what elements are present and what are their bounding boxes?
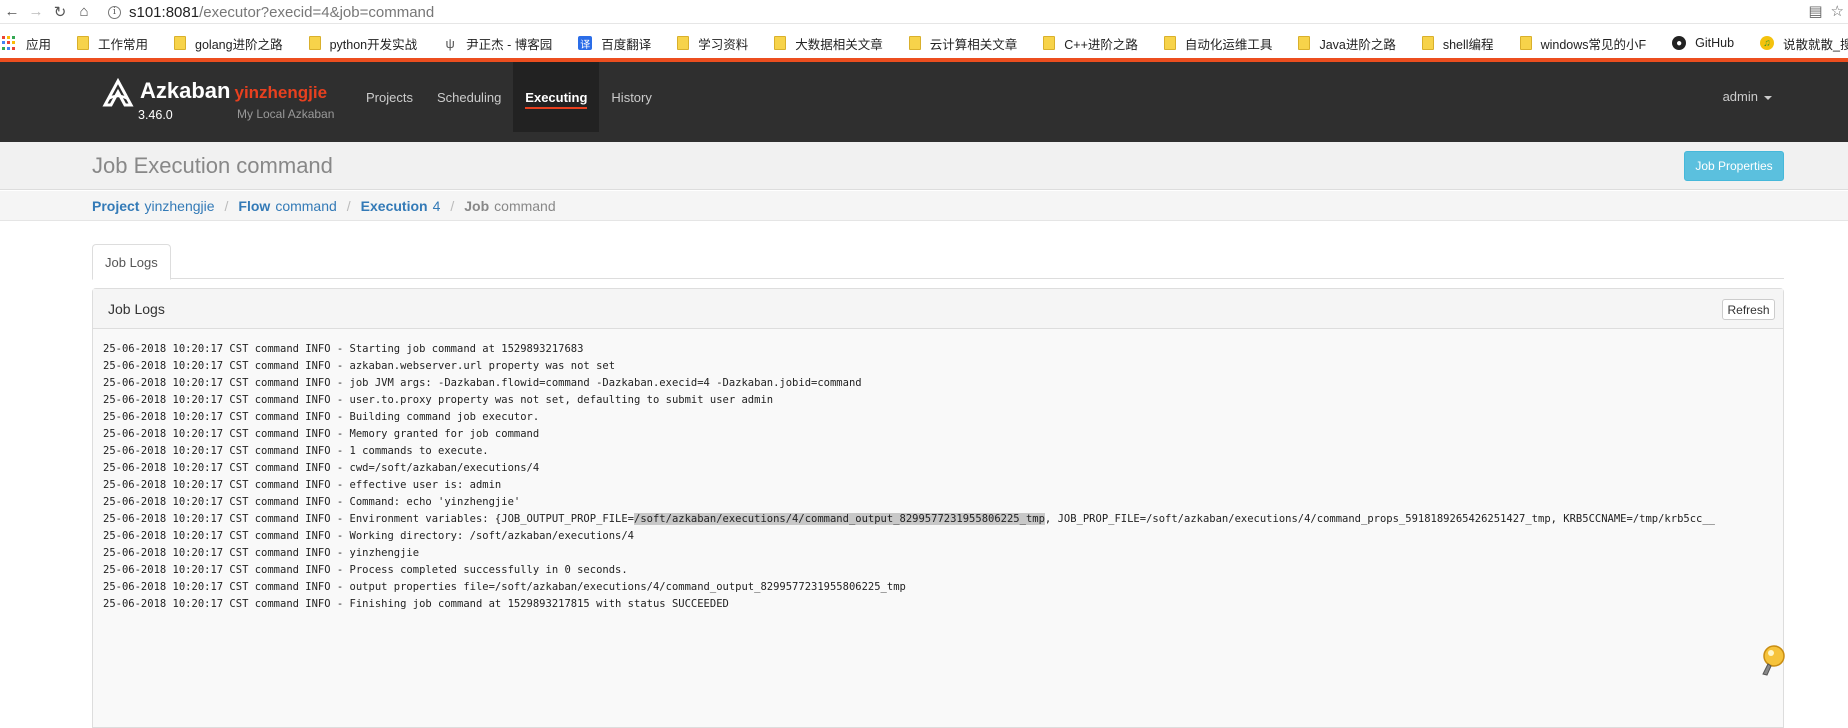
back-arrow-icon[interactable]: ← xyxy=(0,0,24,24)
url-field[interactable]: i s101:8081/executor?execid=4&job=comman… xyxy=(108,1,1788,23)
brand-subtitle: My Local Azkaban xyxy=(237,107,335,121)
log-line: 25-06-2018 10:20:17 CST command INFO - o… xyxy=(103,581,906,593)
blog-icon: ψ xyxy=(445,35,455,51)
log-line: 25-06-2018 10:20:17 CST command INFO - c… xyxy=(103,462,540,474)
page-title: Job Execution command xyxy=(92,153,333,178)
github-icon: ● xyxy=(1672,36,1687,50)
log-line: 25-06-2018 10:20:17 CST command INFO - E… xyxy=(103,513,1716,525)
log-line: 25-06-2018 10:20:17 CST command INFO - C… xyxy=(103,496,521,508)
panel-title: Job Logs xyxy=(108,301,165,317)
nav-scheduling[interactable]: Scheduling xyxy=(425,62,513,132)
bookmark-github[interactable]: ● GitHub xyxy=(1672,36,1734,50)
nav-projects[interactable]: Projects xyxy=(354,62,425,132)
breadcrumb-project[interactable]: yinzhengjie xyxy=(144,198,214,214)
page-header: Job Execution command Job Properties xyxy=(0,142,1848,190)
tab-bar: Job Logs xyxy=(92,244,1784,280)
log-output[interactable]: 25-06-2018 10:20:17 CST command INFO - S… xyxy=(103,341,1783,613)
folder-icon xyxy=(1163,36,1176,50)
site-info-icon[interactable]: i xyxy=(108,5,121,19)
translate-page-icon[interactable]: ▤ xyxy=(1808,2,1822,20)
log-line: 25-06-2018 10:20:17 CST command INFO - 1… xyxy=(103,445,489,457)
bookmark-folder[interactable]: 自动化运维工具 xyxy=(1163,34,1272,53)
breadcrumb-project-key[interactable]: Project xyxy=(92,198,139,214)
folder-icon xyxy=(1043,36,1056,50)
breadcrumb-separator: / xyxy=(224,197,229,214)
nav-executing[interactable]: Executing xyxy=(513,62,600,132)
folder-icon xyxy=(174,36,187,50)
active-underline xyxy=(525,107,588,109)
log-line: 25-06-2018 10:20:17 CST command INFO - e… xyxy=(103,479,502,491)
user-menu[interactable]: admin xyxy=(1723,89,1772,104)
log-line: 25-06-2018 10:20:17 CST command INFO - S… xyxy=(103,343,584,355)
log-line: 25-06-2018 10:20:17 CST command INFO - u… xyxy=(103,394,774,406)
breadcrumb-flow[interactable]: command xyxy=(275,198,336,214)
log-line: 25-06-2018 10:20:17 CST command INFO - W… xyxy=(103,530,635,542)
breadcrumb-separator: / xyxy=(346,197,351,214)
apps-grid-icon xyxy=(2,36,16,50)
lightbulb-icon[interactable] xyxy=(1758,644,1786,678)
breadcrumb-execution-key[interactable]: Execution xyxy=(361,198,428,214)
brand[interactable]: Azkaban yinzhengjie 3.46.0 My Local Azkab… xyxy=(102,78,334,122)
log-line: 25-06-2018 10:20:17 CST command INFO - y… xyxy=(103,547,420,559)
bookmark-folder[interactable]: windows常见的小F xyxy=(1519,34,1646,53)
refresh-button[interactable]: Refresh xyxy=(1722,299,1775,320)
bookmark-translate[interactable]: 译百度翻译 xyxy=(578,34,651,53)
folder-icon xyxy=(1519,36,1532,50)
job-logs-panel: Job Logs Refresh 25-06-2018 10:20:17 CST… xyxy=(92,288,1784,728)
folder-icon xyxy=(908,36,921,50)
breadcrumb-job-key: Job xyxy=(464,197,490,214)
log-line: 25-06-2018 10:20:17 CST command INFO - M… xyxy=(103,428,540,440)
bookmark-apps[interactable]: 应用 xyxy=(2,34,51,53)
folder-icon xyxy=(1298,36,1311,50)
log-line: 25-06-2018 10:20:17 CST command INFO - a… xyxy=(103,360,616,372)
folder-icon xyxy=(308,36,321,50)
folder-icon xyxy=(774,36,787,50)
main-nav: Projects Scheduling Executing History xyxy=(354,62,664,132)
folder-icon xyxy=(1421,36,1434,50)
tab-job-logs[interactable]: Job Logs xyxy=(92,244,171,280)
log-line: 25-06-2018 10:20:17 CST command INFO - j… xyxy=(103,377,862,389)
brand-user: yinzhengjie xyxy=(234,83,328,102)
bookmark-qq-music[interactable]: ♫说散就散_搜索 QQ[ xyxy=(1760,34,1848,53)
bookmark-blog[interactable]: ψ 尹正杰 - 博客园 xyxy=(443,34,552,53)
selected-text: /soft/azkaban/executions/4/command_outpu… xyxy=(634,513,1045,525)
version-label: 3.46.0 xyxy=(138,108,173,122)
caret-down-icon xyxy=(1764,95,1772,100)
breadcrumb-execution[interactable]: 4 xyxy=(433,198,441,214)
folder-icon xyxy=(677,36,690,50)
translate-icon: 译 xyxy=(578,36,593,51)
bookmarks-bar: 应用 工作常用 golang进阶之路 python开发实战 ψ 尹正杰 - 博客园… xyxy=(0,30,1848,56)
breadcrumb-job: command xyxy=(494,197,556,214)
bookmark-folder[interactable]: C++进阶之路 xyxy=(1043,34,1138,53)
bookmark-folder[interactable]: Java进阶之路 xyxy=(1298,34,1396,53)
log-line: 25-06-2018 10:20:17 CST command INFO - P… xyxy=(103,564,628,576)
star-bookmark-icon[interactable]: ☆ xyxy=(1831,2,1844,20)
breadcrumb-flow-key[interactable]: Flow xyxy=(238,198,270,214)
bookmark-folder[interactable]: 云计算相关文章 xyxy=(908,34,1017,53)
brand-name: Azkaban xyxy=(140,78,231,103)
bookmark-folder[interactable]: 学习资料 xyxy=(677,34,748,53)
breadcrumb-separator: / xyxy=(450,197,455,214)
nav-history[interactable]: History xyxy=(599,62,663,132)
azkaban-logo-icon xyxy=(102,78,134,107)
browser-address-bar: ← → ↻ ⌂ i s101:8081/executor?execid=4&jo… xyxy=(0,0,1848,24)
top-navbar: Azkaban yinzhengjie 3.46.0 My Local Azkab… xyxy=(0,62,1848,142)
panel-heading: Job Logs Refresh xyxy=(93,289,1783,329)
log-line: 25-06-2018 10:20:17 CST command INFO - F… xyxy=(103,598,729,610)
forward-arrow-icon[interactable]: → xyxy=(24,0,48,24)
reload-icon[interactable]: ↻ xyxy=(48,0,72,24)
bookmark-folder[interactable]: golang进阶之路 xyxy=(174,34,283,53)
url-host: s101:8081 xyxy=(129,3,200,21)
job-properties-button[interactable]: Job Properties xyxy=(1684,151,1784,181)
bookmark-folder[interactable]: 大数据相关文章 xyxy=(774,34,883,53)
log-line: 25-06-2018 10:20:17 CST command INFO - B… xyxy=(103,411,540,423)
breadcrumb: Project yinzhengjie / Flow command / Execu… xyxy=(0,191,1848,221)
bookmark-folder[interactable]: shell编程 xyxy=(1421,34,1494,53)
bookmark-folder[interactable]: 工作常用 xyxy=(77,34,148,53)
qq-music-icon: ♫ xyxy=(1760,36,1775,50)
folder-icon xyxy=(77,36,90,50)
home-icon[interactable]: ⌂ xyxy=(72,0,96,24)
url-path: /executor?execid=4&job=command xyxy=(199,3,435,21)
bookmark-folder[interactable]: python开发实战 xyxy=(308,34,417,53)
